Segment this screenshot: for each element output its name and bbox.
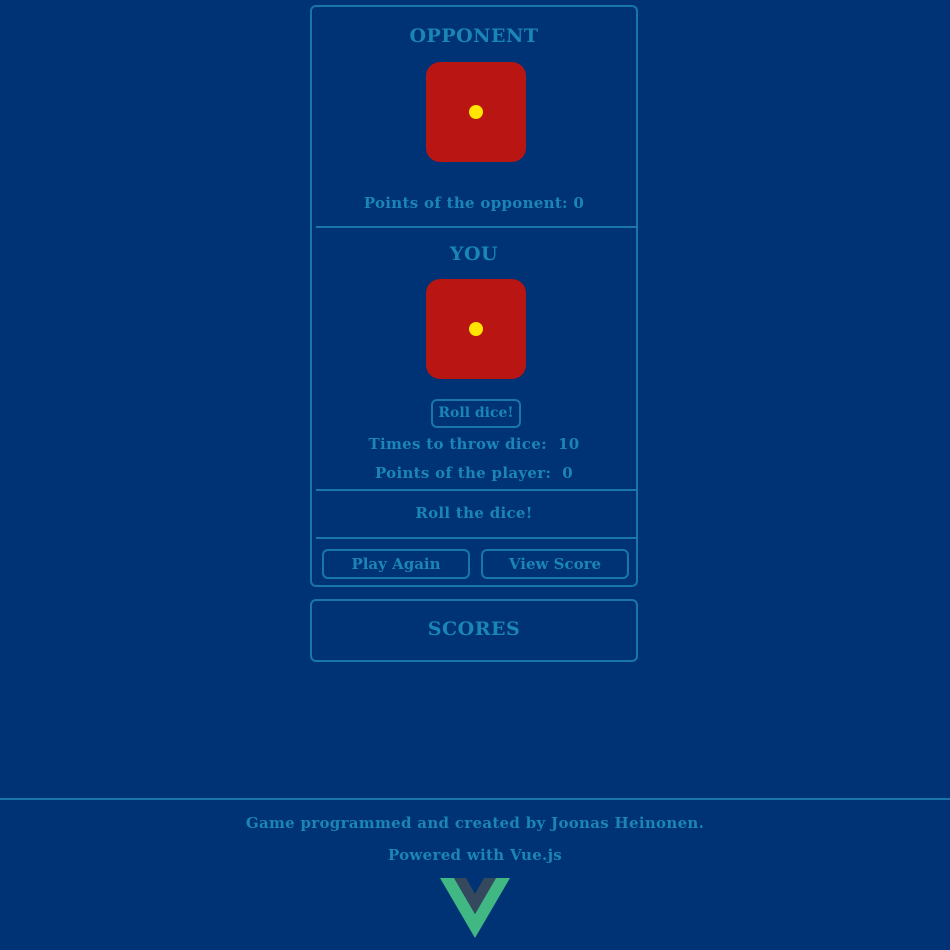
scores-title: SCORES [427,618,521,640]
footer-powered-by: Powered with Vue.js [387,846,563,864]
player-title: YOU [449,243,499,265]
player-die [426,279,526,379]
vue-logo-icon [440,878,510,938]
opponent-divider [316,226,636,228]
play-again-button[interactable]: Play Again [322,549,470,579]
game-board: OPPONENT Points of the opponent: 0 YOU R… [310,5,638,587]
game-page: OPPONENT Points of the opponent: 0 YOU R… [0,0,950,950]
view-score-button[interactable]: View Score [481,549,629,579]
footer: Game programmed and created by Joonas He… [0,798,950,950]
throws-remaining-label: Times to throw dice: [368,435,547,453]
opponent-die-pip [469,105,483,119]
player-die-pip [469,322,483,336]
throws-remaining-value: 10 [557,435,580,453]
opponent-points: Points of the opponent: 0 [363,194,585,212]
roll-dice-button[interactable]: Roll dice! [431,399,521,428]
throws-remaining-row: Times to throw dice: 10 [312,435,636,453]
opponent-title: OPPONENT [409,25,539,47]
player-points-row: Points of the player: 0 [312,464,636,482]
footer-credit: Game programmed and created by Joonas He… [245,814,705,832]
opponent-die [426,62,526,162]
status-message: Roll the dice! [415,504,533,522]
player-points-value: 0 [562,464,574,482]
player-points-label: Points of the player: [374,464,552,482]
scores-panel: SCORES [310,599,638,662]
status-divider [316,537,636,539]
player-divider [316,489,636,491]
